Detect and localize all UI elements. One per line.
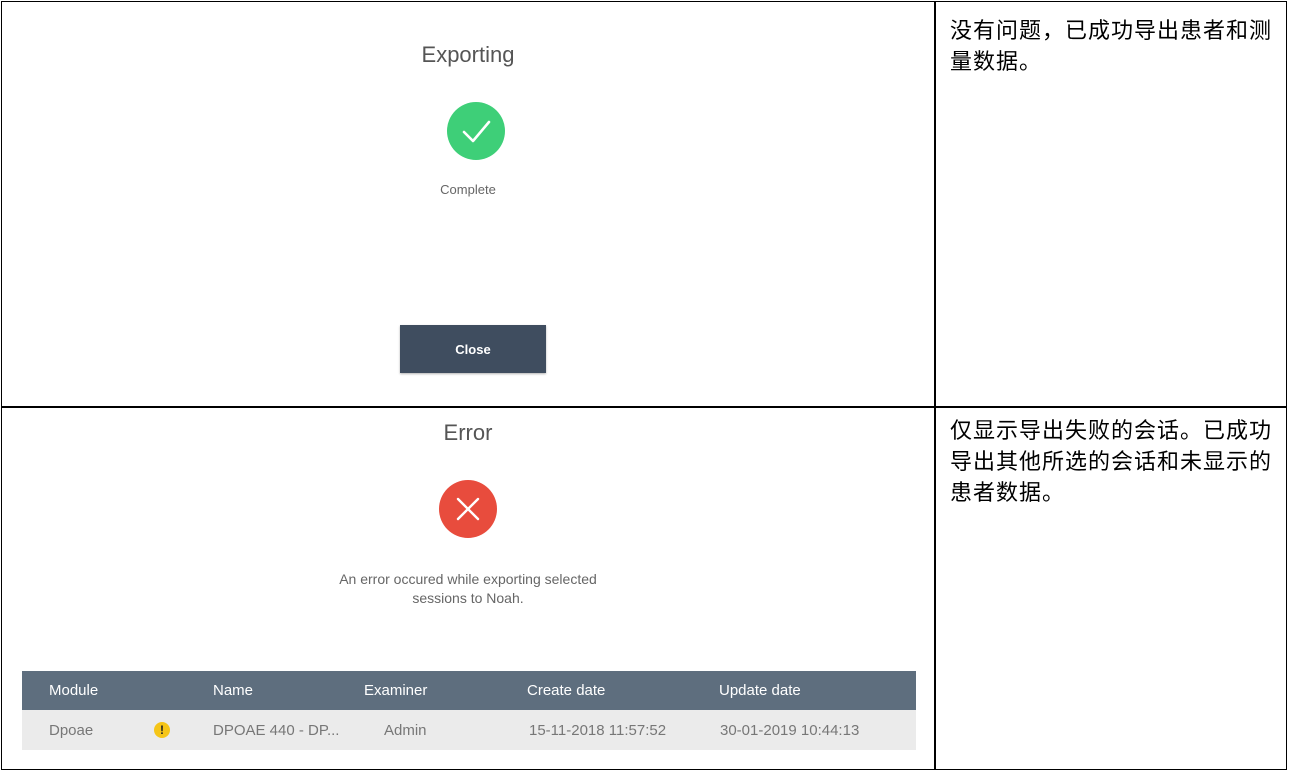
close-button[interactable]: Close [400,325,546,373]
x-icon [439,480,497,538]
cell-module: Dpoae [49,721,94,739]
column-header-create-date[interactable]: Create date [527,671,605,710]
error-message-line-2: sessions to Noah. [412,590,524,606]
table-header: Module Name Examiner Create date Update … [22,671,916,710]
success-note: 没有问题，已成功导出患者和测量数据。 [950,19,1273,75]
error-note: 仅显示导出失败的会话。已成功导出其他所选的会话和未显示的患者数据。 [950,419,1273,506]
cell-create-date: 15-11-2018 11:57:52 [529,721,667,739]
table-row[interactable]: Dpoae ! DPOAE 440 - DP... Admin 15-11-20… [22,710,916,750]
failed-sessions-table: Module Name Examiner Create date Update … [22,671,916,750]
column-header-name[interactable]: Name [213,671,253,710]
dialog-title: Error [443,420,493,445]
check-icon [447,102,505,160]
cell-update-date: 30-01-2019 10:44:13 [720,721,860,739]
warning-icon: ! [154,710,170,750]
cell-examiner: Admin [384,721,427,739]
comparison-table-frame: Exporting Complete Close 没有问题，已成功导出患者和测量… [1,1,1287,770]
column-divider [934,2,936,769]
column-header-examiner[interactable]: Examiner [364,671,427,710]
column-header-module[interactable]: Module [49,671,98,710]
row-divider [2,406,1286,408]
status-text: Complete [440,182,496,197]
cell-name: DPOAE 440 - DP... [213,721,340,739]
error-message-line-1: An error occured while exporting selecte… [339,571,597,587]
dialog-title: Exporting [421,42,515,67]
column-header-update-date[interactable]: Update date [719,671,801,710]
